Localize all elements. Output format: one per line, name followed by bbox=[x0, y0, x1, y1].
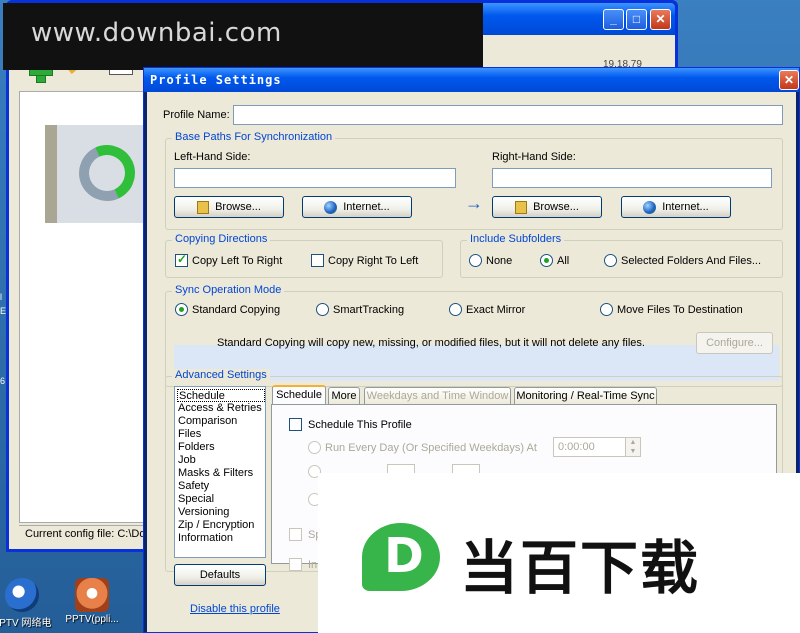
profile-name-input[interactable] bbox=[233, 105, 783, 125]
right-internet-button[interactable]: Internet... bbox=[621, 196, 731, 218]
sync-mode-description: Standard Copying will copy new, missing,… bbox=[217, 337, 645, 349]
subfolders-selected-radio[interactable] bbox=[604, 254, 617, 267]
schedule-profile-label: Schedule This Profile bbox=[308, 419, 412, 431]
list-item[interactable]: Folders bbox=[177, 441, 265, 454]
watermark-banner: www.downbai.com bbox=[3, 3, 483, 70]
exact-mirror-label: Exact Mirror bbox=[466, 304, 526, 316]
smarttracking-label: SmartTracking bbox=[333, 304, 405, 316]
base-paths-title: Base Paths For Synchronization bbox=[172, 131, 336, 143]
desktop-icon-pptv[interactable]: PPTV 网络电 bbox=[0, 578, 52, 629]
configure-button[interactable]: Configure... bbox=[696, 332, 773, 354]
move-files-label: Move Files To Destination bbox=[617, 304, 743, 316]
app-logo-box bbox=[45, 125, 145, 223]
sync-mode-title: Sync Operation Mode bbox=[172, 284, 285, 296]
list-item[interactable]: Masks & Filters bbox=[177, 467, 265, 480]
left-browse-button[interactable]: Browse... bbox=[174, 196, 284, 218]
list-item[interactable]: Special bbox=[177, 493, 265, 506]
subfolders-selected-label: Selected Folders And Files... bbox=[621, 255, 762, 267]
close-button[interactable]: ✕ bbox=[650, 9, 671, 30]
list-item[interactable]: Files bbox=[177, 428, 265, 441]
dangbai-text: 当百下载 bbox=[460, 534, 701, 602]
include-subfolders-title: Include Subfolders bbox=[467, 233, 565, 245]
dangbai-logo-icon bbox=[362, 523, 440, 591]
list-item[interactable]: Versioning bbox=[177, 506, 265, 519]
dialog-close-button[interactable]: ✕ bbox=[779, 70, 799, 90]
status-bar: Current config file: C:\Do bbox=[19, 525, 155, 541]
right-browse-button[interactable]: Browse... bbox=[492, 196, 602, 218]
defaults-button[interactable]: Defaults bbox=[174, 564, 266, 586]
sp-checkbox[interactable] bbox=[289, 528, 302, 541]
list-item[interactable]: Zip / Encryption bbox=[177, 519, 265, 532]
time-spinner[interactable]: ▲ ▼ bbox=[625, 438, 640, 456]
globe-icon bbox=[643, 200, 657, 214]
standard-copying-radio[interactable] bbox=[175, 303, 188, 316]
dialog-title: Profile Settings bbox=[150, 73, 282, 87]
in-checkbox[interactable] bbox=[289, 558, 302, 571]
tab-schedule[interactable]: Schedule bbox=[272, 385, 326, 405]
list-item[interactable]: Information bbox=[177, 532, 265, 545]
advanced-settings-title: Advanced Settings bbox=[172, 369, 270, 381]
maximize-button[interactable]: □ bbox=[626, 9, 647, 30]
browse-label: Browse... bbox=[215, 201, 261, 213]
watermark-url: www.downbai.com bbox=[31, 18, 282, 48]
advanced-settings-list[interactable]: Schedule Access & Retries Comparison Fil… bbox=[174, 386, 266, 558]
dialog-titlebar[interactable]: Profile Settings ✕ bbox=[144, 68, 799, 92]
list-item[interactable]: Comparison bbox=[177, 415, 265, 428]
subfolders-none-radio[interactable] bbox=[469, 254, 482, 267]
desktop-icon-pplive[interactable]: PPTV(ppli... bbox=[62, 578, 122, 625]
subfolders-all-label: All bbox=[557, 255, 570, 267]
move-files-radio[interactable] bbox=[600, 303, 613, 316]
in-label: In bbox=[308, 559, 318, 571]
subfolders-none-label: None bbox=[486, 255, 513, 267]
tab-monitoring[interactable]: Monitoring / Real-Time Sync bbox=[514, 387, 657, 405]
pplive-icon bbox=[75, 578, 109, 612]
smarttracking-radio[interactable] bbox=[316, 303, 329, 316]
copy-right-to-left-label: Copy Right To Left bbox=[328, 255, 419, 267]
globe-icon bbox=[324, 200, 338, 214]
disable-profile-link[interactable]: Disable this profile bbox=[190, 603, 280, 615]
browse-label: Browse... bbox=[533, 201, 579, 213]
list-item[interactable]: Job bbox=[177, 454, 265, 467]
folder-icon bbox=[197, 200, 210, 214]
standard-copying-label: Standard Copying bbox=[192, 304, 281, 316]
copy-left-to-right-checkbox[interactable] bbox=[175, 252, 188, 267]
list-item[interactable]: Safety bbox=[177, 480, 265, 493]
list-item[interactable]: Access & Retries bbox=[177, 402, 265, 415]
internet-label: Internet... bbox=[662, 201, 709, 213]
pptv-icon bbox=[5, 578, 39, 612]
desktop-icon-label: PPTV(ppli... bbox=[65, 614, 119, 625]
left-internet-button[interactable]: Internet... bbox=[302, 196, 412, 218]
watermark-dangbai: 当百下载 bbox=[318, 473, 800, 633]
profile-name-label: Profile Name: bbox=[163, 109, 230, 121]
right-path-input[interactable] bbox=[492, 168, 772, 188]
right-hand-side-label: Right-Hand Side: bbox=[492, 151, 576, 163]
minimize-button[interactable]: _ bbox=[603, 9, 624, 30]
list-item[interactable]: Schedule bbox=[177, 389, 265, 402]
tab-weekdays[interactable]: Weekdays and Time Window bbox=[364, 387, 511, 405]
left-path-input[interactable] bbox=[174, 168, 456, 188]
right-arrow-icon: → bbox=[465, 193, 483, 213]
copy-left-to-right-label: Copy Left To Right bbox=[192, 255, 283, 267]
internet-label: Internet... bbox=[343, 201, 390, 213]
left-hand-side-label: Left-Hand Side: bbox=[174, 151, 251, 163]
subfolders-all-radio[interactable] bbox=[540, 254, 553, 267]
copying-directions-title: Copying Directions bbox=[172, 233, 271, 245]
schedule-profile-checkbox[interactable] bbox=[289, 418, 302, 431]
folder-icon bbox=[515, 200, 528, 214]
sync-logo-icon bbox=[71, 137, 143, 209]
desktop-icon-label: PPTV 网络电 bbox=[0, 618, 52, 629]
exact-mirror-radio[interactable] bbox=[449, 303, 462, 316]
tab-more[interactable]: More bbox=[328, 387, 360, 405]
run-every-day-radio[interactable] bbox=[308, 441, 321, 454]
copy-right-to-left-checkbox[interactable] bbox=[311, 254, 324, 267]
run-every-day-label: Run Every Day (Or Specified Weekdays) At bbox=[325, 442, 537, 454]
